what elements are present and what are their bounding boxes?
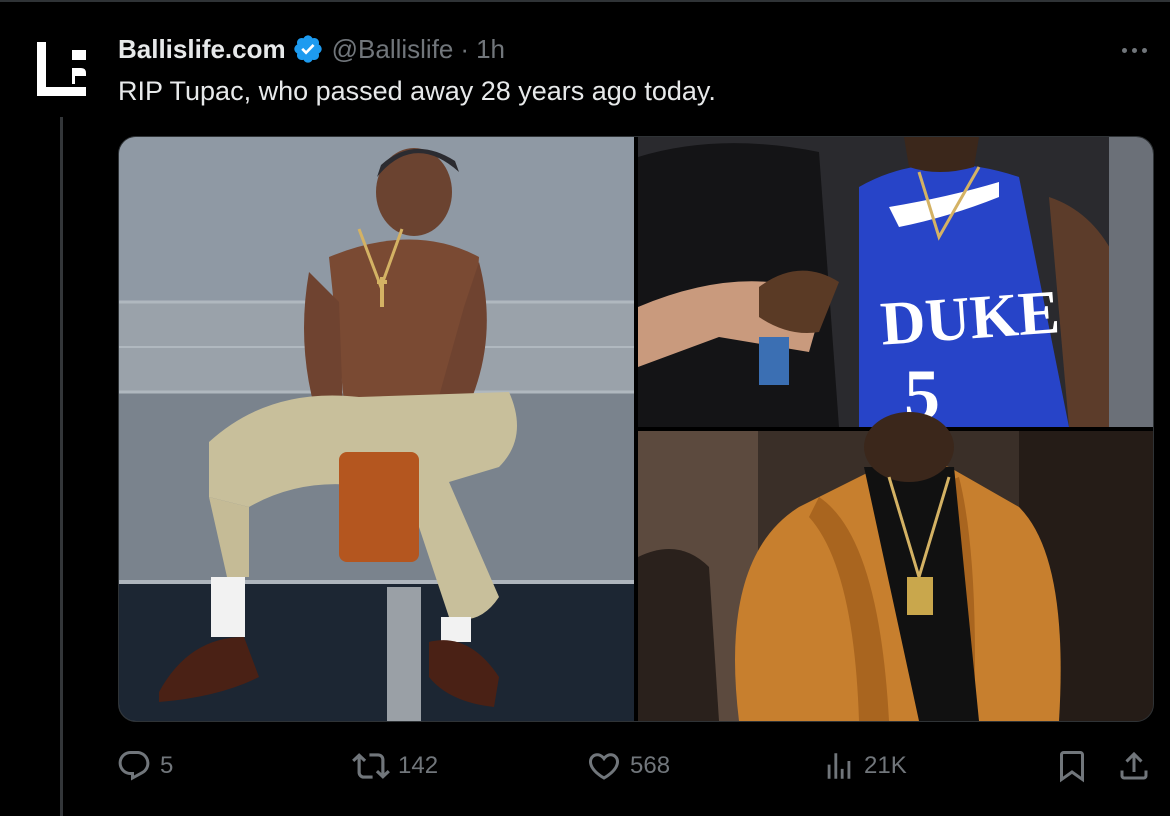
action-bar: 5 142 568 21K (0, 736, 1170, 796)
tweet-text: RIP Tupac, who passed away 28 years ago … (118, 76, 716, 106)
thread-line (60, 117, 63, 816)
retweet-count: 142 (398, 752, 439, 779)
reply-button[interactable]: 5 (116, 736, 173, 796)
separator-dot: · (460, 33, 470, 64)
views-button[interactable]: 21K (822, 736, 907, 796)
photo-tupac-sitting-shirtless[interactable] (119, 137, 634, 721)
ballislife-logo-icon (37, 42, 86, 96)
bookmark-button[interactable] (1054, 736, 1090, 796)
avatar[interactable] (20, 28, 104, 112)
views-icon (827, 753, 851, 779)
photo-orange-leather-jacket[interactable] (638, 412, 1153, 721)
timestamp[interactable]: 1h (476, 34, 505, 65)
reply-icon (118, 751, 150, 781)
tweet-header: Ballislife.com @Ballislife · 1h (118, 30, 505, 68)
retweet-icon (352, 753, 390, 779)
top-divider (0, 0, 1170, 2)
author-display-name[interactable]: Ballislife.com (118, 34, 286, 65)
share-icon (1120, 751, 1148, 780)
bookmark-icon (1060, 751, 1084, 783)
author-handle[interactable]: @Ballislife (332, 34, 454, 65)
media-grid[interactable]: DUKE 5 (118, 136, 1154, 722)
more-icon[interactable] (1112, 38, 1156, 62)
verified-badge-icon (292, 33, 324, 65)
heart-icon (588, 753, 620, 780)
share-button[interactable] (1116, 736, 1152, 796)
retweet-button[interactable]: 142 (352, 736, 438, 796)
like-count: 568 (630, 752, 671, 779)
reply-count: 5 (160, 752, 174, 779)
photo-handshake-duke-jersey[interactable]: DUKE 5 (638, 137, 1153, 435)
svg-text:DUKE: DUKE (878, 278, 1061, 358)
views-count: 21K (864, 752, 907, 779)
like-button[interactable]: 568 (586, 736, 670, 796)
